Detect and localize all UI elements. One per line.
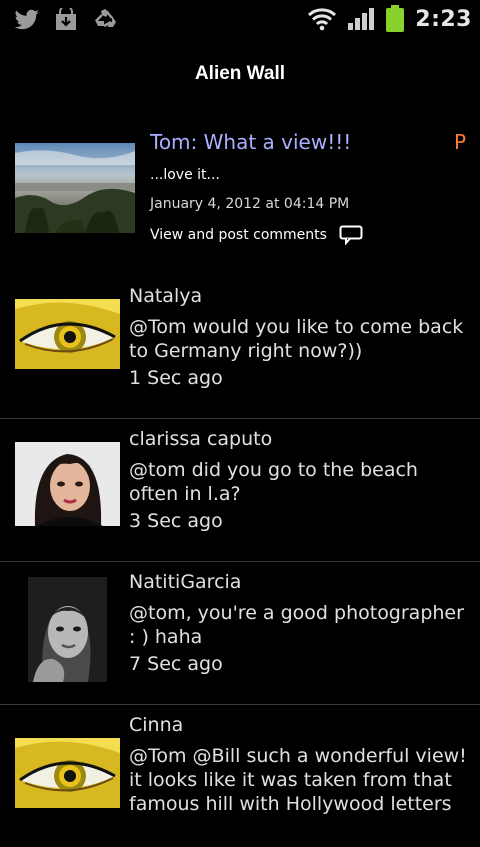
post-body: ...love it... [150, 167, 220, 183]
comment-time: 7 Sec ago [129, 653, 223, 675]
comment-item[interactable]: Cinna @Tom @Bill such a wonderful view! … [0, 705, 480, 847]
post-date: January 4, 2012 at 04:14 PM [150, 196, 350, 212]
comment-author[interactable]: Natalya [129, 285, 202, 307]
twitter-icon [14, 9, 40, 31]
avatar[interactable] [28, 577, 107, 682]
avatar[interactable] [15, 442, 120, 526]
signal-icon [347, 7, 375, 31]
avatar[interactable] [15, 299, 120, 369]
view-comments-link[interactable]: View and post comments [150, 225, 363, 245]
clock: 2:23 [415, 6, 472, 32]
comment-text: @tom did you go to the beach often in l.… [129, 459, 418, 505]
page-title: Alien Wall [194, 63, 286, 84]
comment-time: 3 Sec ago [129, 510, 223, 532]
battery-icon [385, 5, 405, 33]
comment-time: 1 Sec ago [129, 367, 223, 389]
recycle-icon [92, 8, 118, 32]
comment-author[interactable]: Cinna [129, 714, 183, 736]
comment-text: @Tom @Bill such a wonderful view! it loo… [129, 745, 467, 815]
post-card[interactable]: Tom: What a view!!! P ...love it... Janu… [0, 120, 480, 260]
comment-item[interactable]: NatitiGarcia @tom, you're a good photogr… [0, 562, 480, 705]
status-bar: 2:23 [0, 0, 480, 38]
wifi-icon [307, 7, 337, 31]
comment-item[interactable]: clarissa caputo @tom did you go to the b… [0, 419, 480, 562]
download-icon [54, 8, 78, 32]
comment-list: Natalya @Tom would you like to come back… [0, 276, 480, 847]
view-comments-label: View and post comments [150, 227, 327, 243]
comment-author[interactable]: clarissa caputo [129, 428, 272, 450]
comment-author[interactable]: NatitiGarcia [129, 571, 241, 593]
post-title[interactable]: Tom: What a view!!! [150, 130, 351, 154]
app-header: Alien Wall [0, 38, 480, 110]
post-badge: P [453, 130, 466, 154]
comment-text: @tom, you're a good photographer : ) hah… [129, 602, 464, 648]
comment-text: @Tom would you like to come back to Germ… [129, 316, 464, 362]
comment-item[interactable]: Natalya @Tom would you like to come back… [0, 276, 480, 419]
comment-bubble-icon[interactable] [339, 225, 363, 245]
post-photo[interactable] [15, 143, 135, 233]
avatar[interactable] [15, 738, 120, 808]
